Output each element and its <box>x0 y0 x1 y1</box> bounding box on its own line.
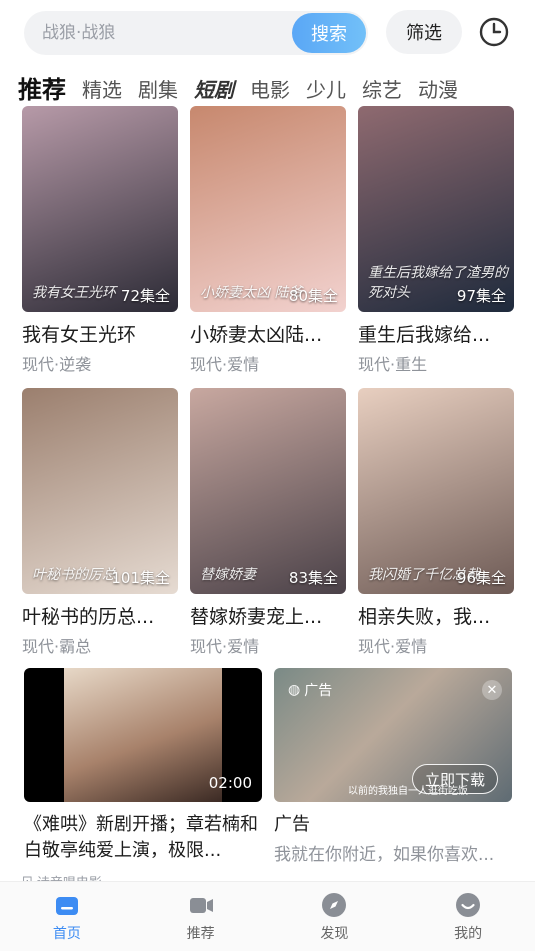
search-button[interactable]: 搜索 <box>292 13 366 53</box>
episode-count: 96集全 <box>456 569 506 587</box>
compass-icon <box>322 892 347 917</box>
card-title[interactable]: 替嫁娇妻宠上... <box>190 602 346 629</box>
poster-image[interactable]: 小娇妻太凶 陆爷 80集全 <box>190 106 346 312</box>
ad-logo-icon: ◍ <box>288 682 301 698</box>
drama-card[interactable]: 重生后我嫁给了渣男的死对头 97集全 重生后我嫁给... 现代·重生 <box>358 106 514 375</box>
nav-label: 首页 <box>52 925 81 942</box>
poster-image[interactable]: 替嫁娇妻 83集全 <box>190 388 346 594</box>
nav-recommend[interactable]: 推荐 <box>134 882 268 951</box>
drama-card[interactable]: 替嫁娇妻 83集全 替嫁娇妻宠上... 现代·爱情 <box>190 388 346 657</box>
ad-badge-label: 广告 <box>304 683 333 699</box>
card-tags: 现代·逆袭 <box>22 355 92 374</box>
tab-variety[interactable]: 综艺 <box>362 74 402 106</box>
bottom-nav: 首页 推荐 发现 我的 <box>0 881 535 951</box>
history-clock-icon[interactable] <box>478 16 510 48</box>
card-tags: 现代·重生 <box>358 355 428 374</box>
poster-title-art: 替嫁娇妻 <box>200 567 256 583</box>
episode-count: 101集全 <box>111 569 170 587</box>
close-icon[interactable]: ✕ <box>482 680 502 700</box>
tab-short-drama[interactable]: 短剧 <box>194 74 234 106</box>
home-icon <box>55 896 78 915</box>
video-icon <box>189 897 213 913</box>
tab-kids[interactable]: 少儿 <box>306 74 346 106</box>
nav-profile[interactable]: 我的 <box>401 882 535 951</box>
ad-thumbnail[interactable]: ◍ 广告 ✕ 立即下载 以前的我独自一人逛街吃饭 <box>274 668 512 802</box>
nav-label: 推荐 <box>186 925 215 942</box>
ad-card[interactable]: ◍ 广告 ✕ 立即下载 以前的我独自一人逛街吃饭 广告 我就在你附近，如果你喜欢… <box>274 668 512 865</box>
nav-discover[interactable]: 发现 <box>268 882 402 951</box>
poster-image[interactable]: 重生后我嫁给了渣男的死对头 97集全 <box>358 106 514 312</box>
card-title[interactable]: 我有女王光环 <box>22 320 178 347</box>
poster-title-art: 我有女王光环 <box>32 285 116 301</box>
nav-label: 我的 <box>454 925 483 942</box>
nav-home[interactable]: 首页 <box>0 882 134 951</box>
search-box[interactable]: 搜索 <box>24 11 368 55</box>
poster-image[interactable]: 叶秘书的厉总 101集全 <box>22 388 178 594</box>
tab-featured[interactable]: 精选 <box>82 74 122 106</box>
drama-card[interactable]: 我有女王光环 72集全 我有女王光环 现代·逆袭 <box>22 106 178 375</box>
card-tags: 现代·爱情 <box>190 637 260 656</box>
ad-subtitle[interactable]: 我就在你附近，如果你喜欢... <box>274 840 512 865</box>
poster-title-art: 小娇妻太凶 陆爷 <box>200 285 303 301</box>
episode-count: 72集全 <box>120 287 170 305</box>
card-title[interactable]: 叶秘书的历总... <box>22 602 178 629</box>
video-frame <box>64 668 222 802</box>
episode-count: 80集全 <box>288 287 338 305</box>
poster-image[interactable]: 我闪婚了千亿总裁 96集全 <box>358 388 514 594</box>
ad-badge: ◍ 广告 <box>288 680 332 700</box>
header: 搜索 筛选 <box>24 10 519 56</box>
card-title[interactable]: 小娇妻太凶陆... <box>190 320 346 347</box>
drama-card[interactable]: 我闪婚了千亿总裁 96集全 相亲失败，我... 现代·爱情 <box>358 388 514 657</box>
smile-icon <box>456 892 481 917</box>
category-tabs: 推荐 精选 剧集 短剧 电影 少儿 综艺 动漫 <box>18 70 527 106</box>
ad-caption: 以前的我独自一人逛街吃饭 <box>348 786 468 797</box>
card-tags: 现代·爱情 <box>358 637 428 656</box>
video-duration: 02:00 <box>208 774 252 792</box>
card-tags: 现代·爱情 <box>190 355 260 374</box>
episode-count: 83集全 <box>288 569 338 587</box>
card-title[interactable]: 相亲失败，我... <box>358 602 514 629</box>
ad-title: 广告 <box>274 814 310 835</box>
feature-video-card[interactable]: 02:00 《难哄》新剧开播；章若楠和白敬亭纯爱上演，极限... <box>24 668 262 864</box>
card-tags: 现代·霸总 <box>22 637 92 656</box>
tab-recommend[interactable]: 推荐 <box>18 74 66 106</box>
search-input[interactable] <box>24 23 284 43</box>
poster-image[interactable]: 我有女王光环 72集全 <box>22 106 178 312</box>
poster-title-art: 叶秘书的厉总 <box>32 567 116 583</box>
tab-movies[interactable]: 电影 <box>250 74 290 106</box>
drama-card[interactable]: 叶秘书的厉总 101集全 叶秘书的历总... 现代·霸总 <box>22 388 178 657</box>
episode-count: 97集全 <box>456 287 506 305</box>
filter-button[interactable]: 筛选 <box>386 10 462 54</box>
nav-label: 发现 <box>320 925 349 942</box>
card-title[interactable]: 重生后我嫁给... <box>358 320 514 347</box>
tab-series[interactable]: 剧集 <box>138 74 178 106</box>
tab-anime[interactable]: 动漫 <box>418 74 458 106</box>
feature-title[interactable]: 《难哄》新剧开播；章若楠和白敬亭纯爱上演，极限... <box>24 812 262 864</box>
drama-card[interactable]: 小娇妻太凶 陆爷 80集全 小娇妻太凶陆... 现代·爱情 <box>190 106 346 375</box>
video-thumbnail[interactable]: 02:00 <box>24 668 262 802</box>
